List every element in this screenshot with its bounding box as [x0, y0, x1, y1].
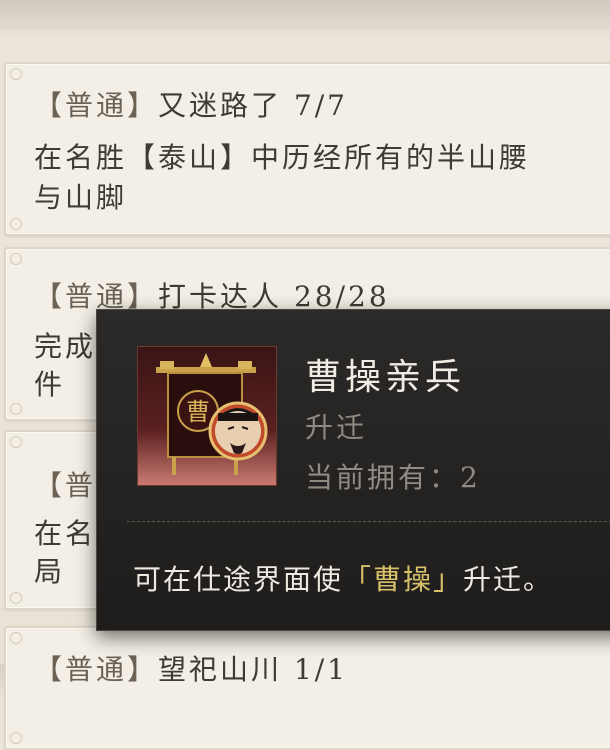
achievement-title-line: 【普通】又迷路了 7/7 [34, 84, 348, 124]
desc-prefix: 可在仕途界面使 [133, 563, 344, 596]
desc-suffix: 升迁。 [463, 563, 554, 596]
achievement-card[interactable]: 【普通】望祀山川 1/1 [4, 626, 610, 750]
achievement-title: 又迷路了 [158, 89, 283, 122]
item-type: 升迁 [305, 411, 368, 444]
achievement-progress: 7/7 [293, 89, 348, 122]
achievement-tag: 【普通】 [34, 89, 159, 122]
item-owned-count: 当前拥有：2 [305, 456, 481, 496]
achievement-card[interactable]: 【普通】又迷路了 7/7 在名胜【泰山】中历经所有的半山腰 与山脚 [4, 62, 610, 236]
top-background-band [0, 0, 610, 30]
achievement-title-line: 【普 [34, 464, 96, 504]
portrait-art: 曹 [156, 353, 268, 475]
achievement-desc-line: 件 [34, 368, 66, 401]
achievement-progress: 1/1 [293, 653, 348, 686]
achievement-desc-line: 局 [34, 555, 66, 588]
achievement-desc-line: 与山脚 [34, 181, 128, 214]
achievement-desc-line: 在名 [34, 517, 97, 550]
item-description: 可在仕途界面使「曹操」升迁。 [133, 558, 553, 598]
desc-highlight: 「曹操」 [343, 563, 464, 596]
achievement-title-line: 【普通】望祀山川 1/1 [34, 648, 348, 688]
achievement-tag: 【普 [34, 469, 97, 502]
achievement-tag: 【普通】 [34, 653, 159, 686]
caocao-guard-portrait-icon: 曹 [137, 346, 277, 486]
owned-label: 当前拥有： [305, 461, 461, 494]
item-tooltip: 曹 曹操亲兵 升迁 当前拥有：2 可在仕途界面使「曹操」升迁。 [96, 309, 610, 631]
achievement-title: 望祀山川 [158, 653, 283, 686]
tooltip-divider [127, 521, 610, 522]
owned-count-value: 2 [460, 461, 481, 494]
achievement-desc-line: 在名胜【泰山】中历经所有的半山腰 [34, 141, 531, 174]
achievement-desc-line: 完成 [34, 330, 97, 363]
portrait-glyph: 曹 [186, 398, 210, 426]
item-name: 曹操亲兵 [305, 357, 466, 398]
